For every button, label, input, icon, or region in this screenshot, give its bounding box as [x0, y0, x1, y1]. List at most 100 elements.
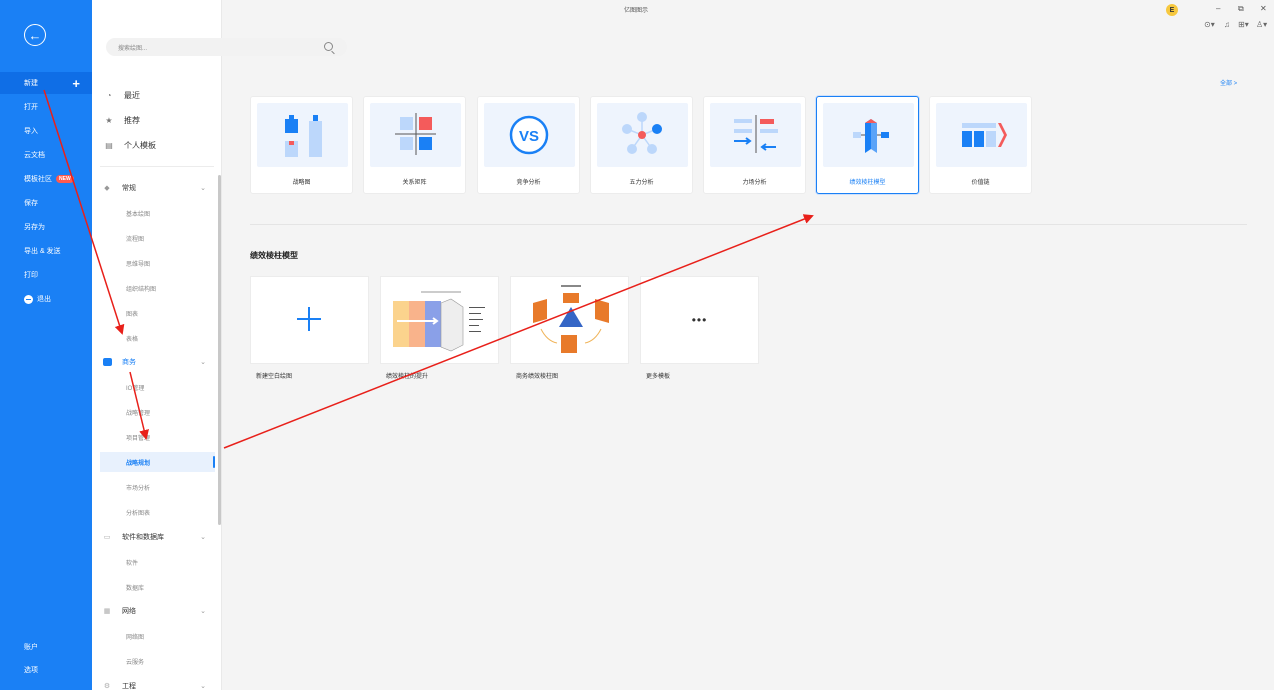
- rail-item-cloud-docs[interactable]: 云文档: [0, 144, 92, 166]
- search-icon[interactable]: [324, 42, 333, 51]
- example-label: 新建空白绘图: [256, 374, 293, 380]
- left-rail: ← 新建 + 打开 导入 云文档 模板社区 NEW 保存 另存为 导出 & 发送…: [0, 0, 92, 690]
- exit-icon: [24, 294, 33, 304]
- rail-item-label: 账户: [24, 644, 38, 651]
- shapes-icon: ◆: [104, 185, 110, 192]
- rail-item-label: 另存为: [24, 224, 45, 231]
- category-recommended[interactable]: ★ 推荐: [104, 110, 212, 130]
- more-templates-card[interactable]: •••: [640, 276, 759, 364]
- rail-item-new[interactable]: 新建 +: [0, 72, 92, 94]
- plus-icon: [297, 307, 321, 331]
- chevron-down-icon: ⌄: [200, 359, 206, 366]
- example-label: 商务绩效棱柱图: [516, 374, 559, 380]
- rail-item-import[interactable]: 导入: [0, 120, 92, 142]
- template-card-strategy-map[interactable]: 战略图: [250, 96, 353, 194]
- section-title: 绩效棱柱模型: [250, 251, 298, 260]
- rail-item-open[interactable]: 打开: [0, 96, 92, 118]
- star-icon: ★: [105, 115, 113, 125]
- rail-item-label: 打印: [24, 272, 38, 279]
- category-sub-item-active[interactable]: 战略规划: [100, 452, 215, 472]
- rail-item-print[interactable]: 打印: [0, 264, 92, 286]
- business-icon: [102, 357, 112, 367]
- see-all-link[interactable]: 全部 >: [1220, 78, 1237, 87]
- category-group-business[interactable]: 商务 ⌄: [102, 352, 214, 372]
- rail-item-save-as[interactable]: 另存为: [0, 216, 92, 238]
- rail-item-save[interactable]: 保存: [0, 192, 92, 214]
- template-card-performance-prism[interactable]: 绩效棱柱模型: [816, 96, 919, 194]
- force-field-icon: [710, 103, 801, 167]
- example-card-prism-improvement[interactable]: [380, 276, 499, 364]
- user-avatar[interactable]: E: [1166, 4, 1178, 16]
- category-sub-item[interactable]: 项目管理: [126, 427, 216, 447]
- category-group-general[interactable]: ◆ 常规 ⌄: [102, 178, 214, 198]
- relation-matrix-icon: [370, 103, 461, 167]
- app-title: 亿图图示: [624, 8, 649, 14]
- rail-item-options[interactable]: 选项: [0, 659, 92, 681]
- minimize-icon[interactable]: –: [1216, 4, 1220, 13]
- example-card-business-prism[interactable]: [510, 276, 629, 364]
- category-group-engineering[interactable]: ⚙ 工程 ⌄: [102, 676, 214, 690]
- rail-item-account[interactable]: 账户: [0, 636, 92, 658]
- category-sub-item[interactable]: 表格: [126, 328, 216, 348]
- shirt-theme-icon[interactable]: ♙▾: [1256, 20, 1267, 29]
- category-sub-item[interactable]: 战略管理: [126, 402, 216, 422]
- rail-item-template-community[interactable]: 模板社区 NEW: [0, 168, 92, 190]
- category-label: 最近: [124, 90, 140, 100]
- category-sub-item[interactable]: 图表: [126, 303, 216, 323]
- template-card-value-chain[interactable]: 价值链: [929, 96, 1032, 194]
- category-group-network[interactable]: ▦ 网络 ⌄: [102, 601, 214, 621]
- engineering-icon: ⚙: [103, 683, 111, 690]
- more-dots-icon: •••: [691, 313, 708, 327]
- rail-item-label: 退出: [37, 296, 51, 303]
- template-label: 战略图: [292, 180, 311, 186]
- category-recent[interactable]: ◔ 最近: [104, 85, 212, 105]
- template-label: 绩效棱柱模型: [849, 180, 886, 186]
- category-sub-item[interactable]: 分析图表: [126, 502, 216, 522]
- help-icon[interactable]: ⊙▾: [1204, 20, 1215, 29]
- apps-grid-icon[interactable]: ⊞▾: [1238, 20, 1249, 29]
- template-card-relation-matrix[interactable]: 关系矩阵: [363, 96, 466, 194]
- network-icon: ▦: [103, 608, 111, 615]
- category-sub-item[interactable]: 思维导图: [126, 253, 216, 273]
- new-blank-drawing-card[interactable]: [250, 276, 369, 364]
- example-label: 更多模板: [646, 374, 671, 380]
- category-sub-item[interactable]: IO管理: [126, 377, 216, 397]
- rail-item-export-send[interactable]: 导出 & 发送: [0, 240, 92, 262]
- category-sub-item[interactable]: 云服务: [126, 651, 216, 671]
- category-group-software-database[interactable]: ▭ 软件和数据库 ⌄: [102, 527, 214, 547]
- bell-icon[interactable]: ♫: [1224, 20, 1230, 29]
- category-sub-item[interactable]: 软件: [126, 552, 216, 572]
- close-icon[interactable]: ✕: [1260, 4, 1267, 13]
- category-sub-item[interactable]: 基本绘图: [126, 203, 216, 223]
- rail-item-label: 保存: [24, 200, 38, 207]
- versus-icon: VS: [484, 103, 575, 167]
- search-input[interactable]: 搜索绘图...: [106, 38, 347, 56]
- template-label: 关系矩阵: [402, 180, 427, 186]
- business-prism-thumbnail: [533, 285, 609, 353]
- category-sub-item[interactable]: 市场分析: [126, 477, 216, 497]
- template-card-force-field[interactable]: 力场分析: [703, 96, 806, 194]
- category-group-label: 网络: [122, 608, 136, 615]
- category-sub-item[interactable]: 组织结构图: [126, 278, 216, 298]
- svg-text:VS: VS: [519, 128, 539, 145]
- chevron-down-icon: ⌄: [200, 185, 206, 192]
- category-scrollbar[interactable]: [218, 175, 221, 525]
- category-sub-item[interactable]: 网络图: [126, 626, 216, 646]
- category-panel: 搜索绘图... ◔ 最近 ★ 推荐 ▤ 个人模板 ◆ 常规 ⌄ 基本绘图 流程图…: [92, 0, 347, 690]
- search-placeholder: 搜索绘图...: [118, 45, 148, 52]
- category-personal-templates[interactable]: ▤ 个人模板: [104, 135, 212, 155]
- example-label: 绩效棱柱的提升: [386, 374, 429, 380]
- plus-icon[interactable]: +: [72, 77, 80, 90]
- back-arrow-icon[interactable]: ←: [24, 24, 46, 46]
- divider: [100, 166, 214, 167]
- category-sub-item[interactable]: 数据库: [126, 577, 216, 597]
- template-label: 五力分析: [629, 180, 654, 186]
- category-sub-item[interactable]: 流程图: [126, 228, 216, 248]
- category-label: 个人模板: [124, 140, 156, 150]
- rail-item-label: 云文档: [24, 152, 45, 159]
- rail-item-exit[interactable]: 退出: [0, 288, 92, 310]
- restore-icon[interactable]: ⧉: [1238, 4, 1244, 14]
- template-card-competitive-analysis[interactable]: VS 竞争分析: [477, 96, 580, 194]
- category-group-label: 常规: [122, 185, 136, 192]
- template-card-five-forces[interactable]: 五力分析: [590, 96, 693, 194]
